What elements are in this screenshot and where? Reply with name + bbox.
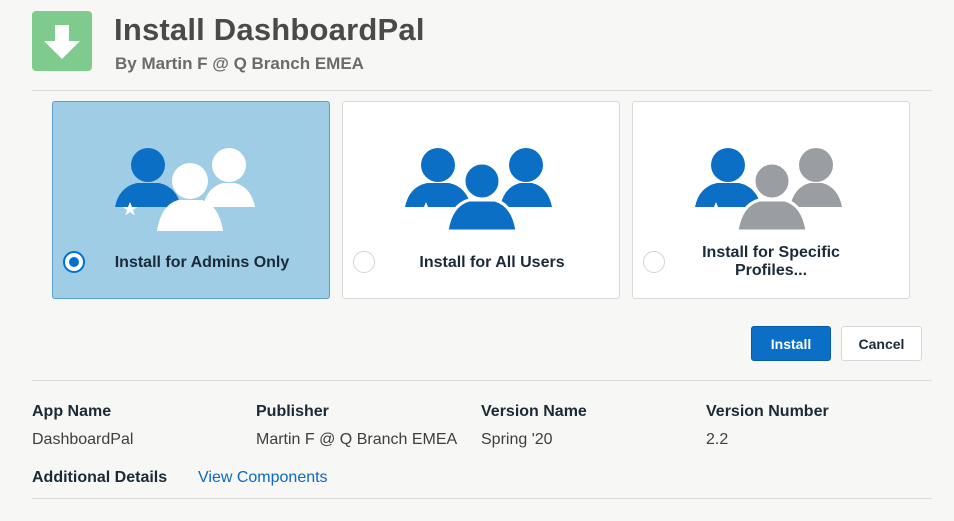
install-button[interactable]: Install (751, 326, 831, 361)
page-title: Install DashboardPal (114, 12, 425, 47)
all-users-icon (405, 148, 552, 233)
option-all-users[interactable]: Install for All Users (342, 101, 620, 299)
view-components-link[interactable]: View Components (198, 469, 328, 487)
admin-users-icon (115, 148, 255, 231)
app-name-value: DashboardPal (32, 431, 134, 448)
option-label: Install for Admins Only (114, 254, 290, 271)
version-number-label: Version Number (706, 403, 829, 420)
radio-specific-profiles[interactable] (643, 251, 665, 273)
app-name-label: App Name (32, 403, 112, 420)
version-name-value: Spring '20 (481, 431, 553, 448)
publisher-label: Publisher (256, 403, 329, 420)
header-divider (32, 90, 932, 91)
publisher-subtitle: By Martin F @ Q Branch EMEA (115, 54, 364, 73)
radio-all-users[interactable] (353, 251, 375, 273)
option-specific-profiles[interactable]: Install for Specific Profiles... (632, 101, 910, 299)
additional-details-label: Additional Details (32, 469, 168, 486)
footer-divider (32, 498, 932, 499)
option-label: Install for Specific Profiles... (702, 244, 840, 279)
specific-profiles-icon (695, 148, 842, 233)
download-icon (32, 11, 92, 71)
option-admins-only[interactable]: Install for Admins Only (52, 101, 330, 299)
version-number-value: 2.2 (706, 431, 729, 448)
cancel-button[interactable]: Cancel (841, 326, 922, 361)
option-label: Install for All Users (419, 254, 565, 271)
version-name-label: Version Name (481, 403, 587, 420)
radio-admins-only[interactable] (63, 251, 85, 273)
publisher-value: Martin F @ Q Branch EMEA (256, 431, 458, 448)
details-divider (32, 380, 932, 381)
